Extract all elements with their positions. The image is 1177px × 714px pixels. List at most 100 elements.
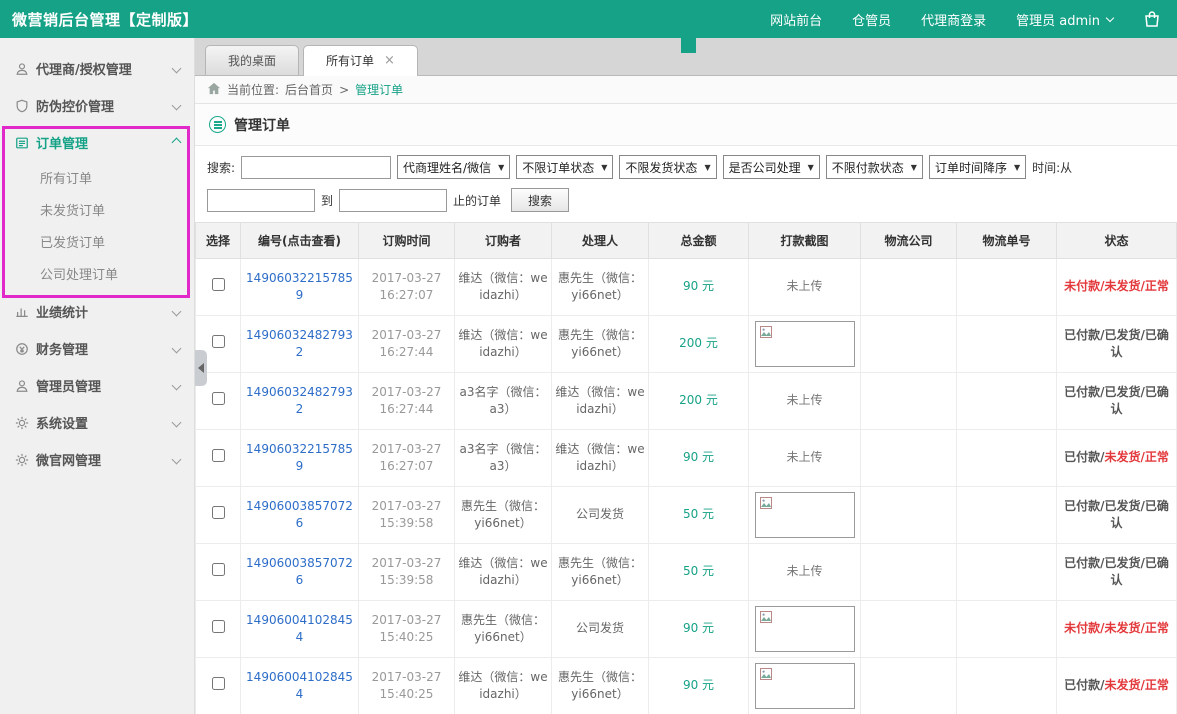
payment-screenshot-thumbnail[interactable] (755, 492, 855, 538)
order-id-link[interactable]: 149060324827932 (246, 385, 353, 416)
logistics-company-cell (861, 487, 957, 544)
chevron-down-icon (172, 101, 182, 111)
row-checkbox[interactable] (212, 506, 225, 519)
row-checkbox[interactable] (212, 278, 225, 291)
screenshot-empty-label: 未上传 (786, 564, 822, 578)
amount-cell: 90 元 (649, 658, 749, 714)
order-id-link[interactable]: 149060038570726 (246, 499, 353, 530)
buyer-cell: 维达（微信：weidazhi） (455, 316, 552, 373)
payment-screenshot-thumbnail[interactable] (755, 606, 855, 652)
col-handler: 处理人 (552, 223, 649, 259)
order-id-cell: 149060041028454 (241, 601, 359, 658)
gear-icon (14, 415, 29, 430)
order-id-link[interactable]: 149060324827932 (246, 328, 353, 359)
search-area: 搜索: 代商理姓名/微信 ▼ 不限订单状态 ▼ 不限发货状态 ▼ (195, 146, 1177, 222)
broken-image-icon (760, 326, 772, 338)
close-icon[interactable]: × (384, 47, 395, 75)
order-id-cell: 149060322157859 (241, 430, 359, 487)
payment-screenshot-thumbnail[interactable] (755, 321, 855, 367)
status-cell: 已付款/已发货/已确认 (1057, 487, 1177, 544)
row-checkbox[interactable] (212, 563, 225, 576)
topbar-link-agent-login[interactable]: 代理商登录 (921, 10, 986, 29)
status-cell: 已付款/未发货/正常 (1057, 430, 1177, 487)
sidebar-subitem-shipped-orders[interactable]: 已发货订单 (0, 225, 194, 257)
tracking-number-cell (957, 430, 1057, 487)
sidebar-item-order-management[interactable]: 订单管理 (0, 124, 194, 161)
sidebar-item-micro-site[interactable]: 微官网管理 (0, 441, 194, 478)
sidebar-item-admin-management[interactable]: 管理员管理 (0, 367, 194, 404)
filter-payment-status-select[interactable]: 不限付款状态 ▼ (826, 155, 923, 179)
sidebar-item-finance[interactable]: 财务管理 (0, 330, 194, 367)
date-from-input[interactable] (207, 189, 315, 212)
status-cell: 未付款/未发货/正常 (1057, 259, 1177, 316)
sidebar-item-agent-management[interactable]: 代理商/授权管理 (0, 50, 194, 87)
sidebar-item-label: 微官网管理 (36, 450, 173, 469)
order-row: 1490603248279322017-03-2716:27:44a3名字（微信… (196, 373, 1177, 430)
topbar-link-site-frontend[interactable]: 网站前台 (770, 10, 822, 29)
chevron-down-icon (172, 455, 182, 465)
row-checkbox[interactable] (212, 620, 225, 633)
tab-my-desktop[interactable]: 我的桌面 (205, 45, 299, 75)
order-id-link[interactable]: 149060041028454 (246, 670, 353, 701)
topbar-link-warehouse[interactable]: 仓管员 (852, 10, 891, 29)
chevron-down-icon (172, 344, 182, 354)
order-id-cell: 149060041028454 (241, 658, 359, 714)
order-row: 1490600385707262017-03-2715:39:58惠先生（微信：… (196, 487, 1177, 544)
filter-agent-select[interactable]: 代商理姓名/微信 ▼ (397, 155, 510, 179)
buyer-cell: 维达（微信：weidazhi） (455, 544, 552, 601)
filter-company-handled-select[interactable]: 是否公司处理 ▼ (723, 155, 820, 179)
status-cell: 已付款/已发货/已确认 (1057, 316, 1177, 373)
chevron-down-icon (1106, 13, 1114, 21)
sidebar-subitem-company-orders[interactable]: 公司处理订单 (0, 257, 194, 289)
tab-all-orders[interactable]: 所有订单 × (303, 45, 418, 76)
breadcrumb-current[interactable]: 管理订单 (355, 81, 403, 98)
filter-sort-order-select[interactable]: 订单时间降序 ▼ (929, 155, 1026, 179)
search-button[interactable]: 搜索 (511, 188, 569, 212)
tab-label: 我的桌面 (228, 47, 276, 75)
date-to-input[interactable] (339, 189, 447, 212)
topbar: 微营销后台管理【定制版】 网站前台 仓管员 代理商登录 管理员 admin (0, 0, 1177, 38)
handler-cell: 公司发货 (552, 487, 649, 544)
order-time-cell: 2017-03-2715:39:58 (359, 487, 455, 544)
handler-cell: 惠先生（微信：yi66net） (552, 259, 649, 316)
row-checkbox[interactable] (212, 449, 225, 462)
tracking-number-cell (957, 544, 1057, 601)
breadcrumb: 当前位置: 后台首页 > 管理订单 (195, 76, 1177, 104)
order-time-cell: 2017-03-2716:27:07 (359, 430, 455, 487)
tab-bar-action-button[interactable] (681, 38, 696, 53)
order-id-cell: 149060038570726 (241, 487, 359, 544)
row-checkbox[interactable] (212, 335, 225, 348)
breadcrumb-prefix: 当前位置: (227, 81, 279, 98)
sidebar: 代理商/授权管理 防伪控价管理 订单管理 所有订单 未发货订单 已 (0, 38, 195, 714)
sidebar-item-anticounterfeit[interactable]: 防伪控价管理 (0, 87, 194, 124)
sidebar-item-performance-stats[interactable]: 业绩统计 (0, 293, 194, 330)
sidebar-subitem-all-orders[interactable]: 所有订单 (0, 161, 194, 193)
filter-shipping-status-select[interactable]: 不限发货状态 ▼ (619, 155, 716, 179)
col-status: 状态 (1057, 223, 1177, 259)
admin-dropdown[interactable]: 管理员 admin (1016, 10, 1113, 29)
order-row: 1490603221578592017-03-2716:27:07a3名字（微信… (196, 430, 1177, 487)
col-amount: 总金额 (649, 223, 749, 259)
sidebar-subitem-unshipped-orders[interactable]: 未发货订单 (0, 193, 194, 225)
filter-order-status-select[interactable]: 不限订单状态 ▼ (516, 155, 613, 179)
logistics-company-cell (861, 259, 957, 316)
select-value: 是否公司处理 (729, 159, 801, 176)
shopping-bag-icon[interactable] (1143, 10, 1161, 28)
sidebar-collapse-handle[interactable] (195, 350, 207, 386)
sidebar-item-label: 订单管理 (36, 133, 173, 152)
sidebar-item-label: 财务管理 (36, 339, 173, 358)
breadcrumb-home-link[interactable]: 后台首页 (285, 81, 333, 98)
order-id-link[interactable]: 149060322157859 (246, 442, 353, 473)
order-id-link[interactable]: 149060041028454 (246, 613, 353, 644)
sidebar-item-system-settings[interactable]: 系统设置 (0, 404, 194, 441)
search-input[interactable] (241, 156, 391, 179)
payment-screenshot-thumbnail[interactable] (755, 663, 855, 709)
status-cell: 已付款/已发货/已确认 (1057, 373, 1177, 430)
order-id-link[interactable]: 149060322157859 (246, 271, 353, 302)
screenshot-empty-label: 未上传 (786, 279, 822, 293)
row-checkbox[interactable] (212, 677, 225, 690)
row-checkbox[interactable] (212, 392, 225, 405)
select-value: 不限付款状态 (832, 159, 904, 176)
search-label: 搜索: (207, 159, 235, 176)
order-id-link[interactable]: 149060038570726 (246, 556, 353, 587)
